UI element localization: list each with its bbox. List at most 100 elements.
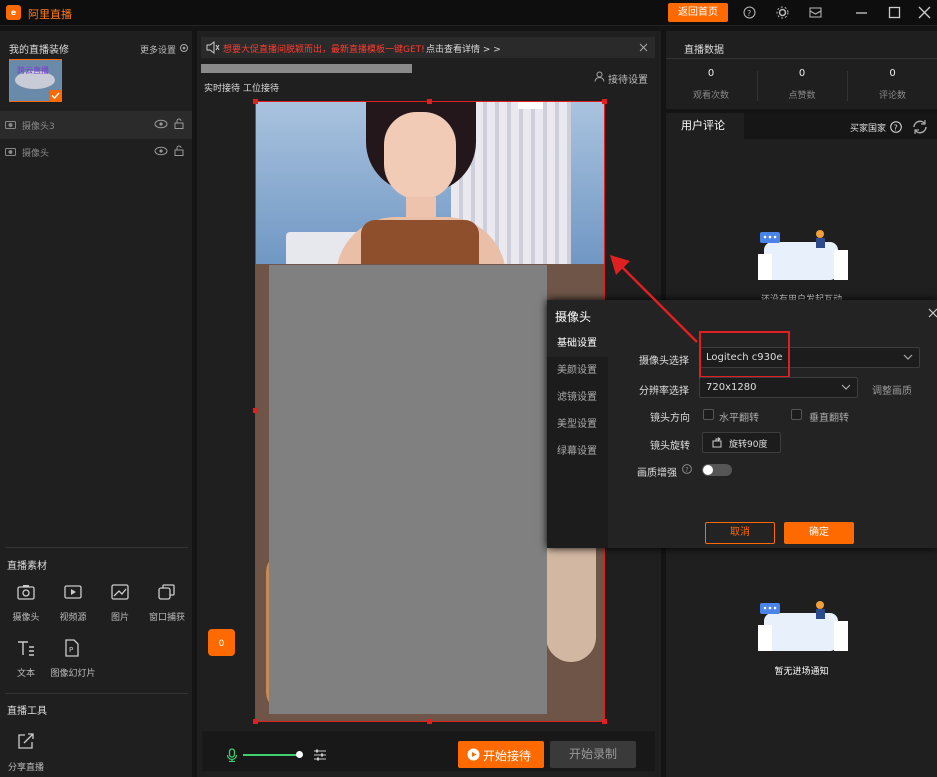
camera-layer-icon [5,148,16,156]
svg-text:P: P [69,646,73,654]
lock-icon[interactable] [174,145,184,156]
cancel-button[interactable]: 取消 [705,522,775,544]
tab-realtime[interactable]: 实时接待 [204,81,240,94]
start-reception-button[interactable]: 开始接待 [458,741,544,768]
lock-icon[interactable] [174,118,184,129]
camera-select-label: 摄像头选择 [639,356,689,367]
volume-slider-knob[interactable] [296,751,303,758]
stat-comments-value: 0 [889,68,896,79]
divider [5,547,188,548]
resolution-value: 720x1280 [706,382,757,393]
notice-link[interactable]: 点击查看详情 > > [426,42,501,55]
flip-horizontal-checkbox[interactable] [703,409,714,420]
resize-handle[interactable] [602,99,607,104]
notice-text: 想要大促直播间脱颖而出，最新直播模板一键GET! [223,45,425,55]
slideshow-icon[interactable]: P [64,639,80,657]
gear-icon[interactable] [776,6,789,19]
tab-basic[interactable]: 基础设置 [547,330,608,357]
settings-gear-icon[interactable] [179,43,189,53]
more-settings-link[interactable]: 更多设置 [140,43,176,56]
tool-slideshow-label[interactable]: 图像幻灯片 [45,666,101,679]
tool-camera-label[interactable]: 摄像头 [0,610,52,623]
audio-settings-icon[interactable] [313,748,327,761]
help-icon[interactable]: ? [682,464,692,474]
tab-filter[interactable]: 滤镜设置 [547,384,608,411]
stat-views-label: 观看次数 [692,91,729,101]
buyer-country-label: 买家国家 [850,124,887,134]
rotate-label: 镜头旋转 [650,441,690,452]
help-icon[interactable]: ? [890,121,902,133]
layer-label: 摄像头 [22,149,50,159]
badge-count[interactable]: 0 [208,629,235,656]
play-icon [467,748,480,761]
start-record-button[interactable]: 开始录制 [550,741,636,768]
dialog-tabs: 基础设置 美颜设置 滤镜设置 美型设置 绿幕设置 [547,330,608,548]
presenter-face [384,112,456,200]
image-icon[interactable] [111,584,129,600]
video-source-icon[interactable] [64,584,82,600]
camera-highlight-box [699,331,790,378]
stat-likes-label: 点赞数 [788,91,816,101]
text-icon[interactable] [17,640,35,656]
resize-handle[interactable] [602,719,607,724]
rotate-button[interactable]: 旋转90度 [702,432,781,453]
message-icon[interactable] [809,6,822,19]
window-capture-icon[interactable] [158,584,176,600]
camera-icon[interactable] [17,584,35,600]
confirm-button[interactable]: 确定 [784,522,854,544]
share-icon[interactable] [17,733,35,749]
tab-greenscreen[interactable]: 绿幕设置 [547,438,608,465]
refresh-icon[interactable] [911,119,929,135]
adjust-quality-link[interactable]: 调整画质 [872,382,912,397]
empty-interaction-illustration [758,230,848,280]
rotate-button-label: 旋转90度 [729,440,768,450]
maximize-icon[interactable] [888,6,901,19]
live-stats-panel: 直播数据 0 观看次数 0 点赞数 0 评论数 [666,31,937,109]
my-decor-title: 我的直播装修 [9,45,69,56]
resize-handle[interactable] [427,719,432,724]
thumbnail-text: 跨云直播 [17,66,49,75]
stat-comments-label: 评论数 [878,91,906,101]
tool-window-label[interactable]: 窗口捕获 [141,610,193,623]
home-button[interactable]: 返回首页 [668,3,728,22]
share-live-label[interactable]: 分享直播 [0,760,52,773]
annotation-arrow [610,255,698,343]
divider [5,693,188,694]
tab-station[interactable]: 工位接待 [243,81,279,94]
resolution-select[interactable]: 720x1280 [699,377,858,398]
resize-handle[interactable] [253,99,258,104]
help-icon[interactable]: ? [743,6,756,19]
volume-slider[interactable] [243,754,299,756]
tab-shape[interactable]: 美型设置 [547,411,608,438]
notice-close-icon[interactable] [639,43,648,52]
minimize-icon[interactable] [855,6,868,19]
empty-entry-text: 暂无进场通知 [774,667,829,677]
close-icon[interactable] [918,6,931,19]
microphone-icon[interactable] [226,748,238,762]
tab-beauty[interactable]: 美颜设置 [547,357,608,384]
flip-vertical-checkbox[interactable] [791,409,802,420]
resize-handle[interactable] [427,99,432,104]
resize-handle[interactable] [253,719,258,724]
tool-video-label[interactable]: 视频源 [47,610,99,623]
eye-icon[interactable] [154,146,168,156]
camera-layer-icon [5,121,16,129]
decor-thumbnail[interactable]: 跨云直播 [9,59,62,102]
redacted-area [269,265,547,714]
dialog-title: 摄像头 [555,310,592,324]
chevron-down-icon [841,384,851,390]
materials-title: 直播素材 [7,561,47,572]
tool-image-label[interactable]: 图片 [94,610,146,623]
reception-settings[interactable]: 接待设置 [608,71,648,86]
dialog-close-icon[interactable] [928,308,937,318]
direction-label: 镜头方向 [650,413,690,424]
user-icon[interactable] [594,71,605,82]
enhance-toggle[interactable] [702,464,732,476]
eye-icon[interactable] [154,119,168,129]
svg-text:?: ? [747,9,751,18]
empty-entry-illustration [758,601,848,651]
rotate-icon [712,437,722,448]
app-title: 阿里直播 [28,8,72,21]
tab-user-comments[interactable]: 用户评论 [666,113,744,139]
resize-handle[interactable] [253,408,258,413]
